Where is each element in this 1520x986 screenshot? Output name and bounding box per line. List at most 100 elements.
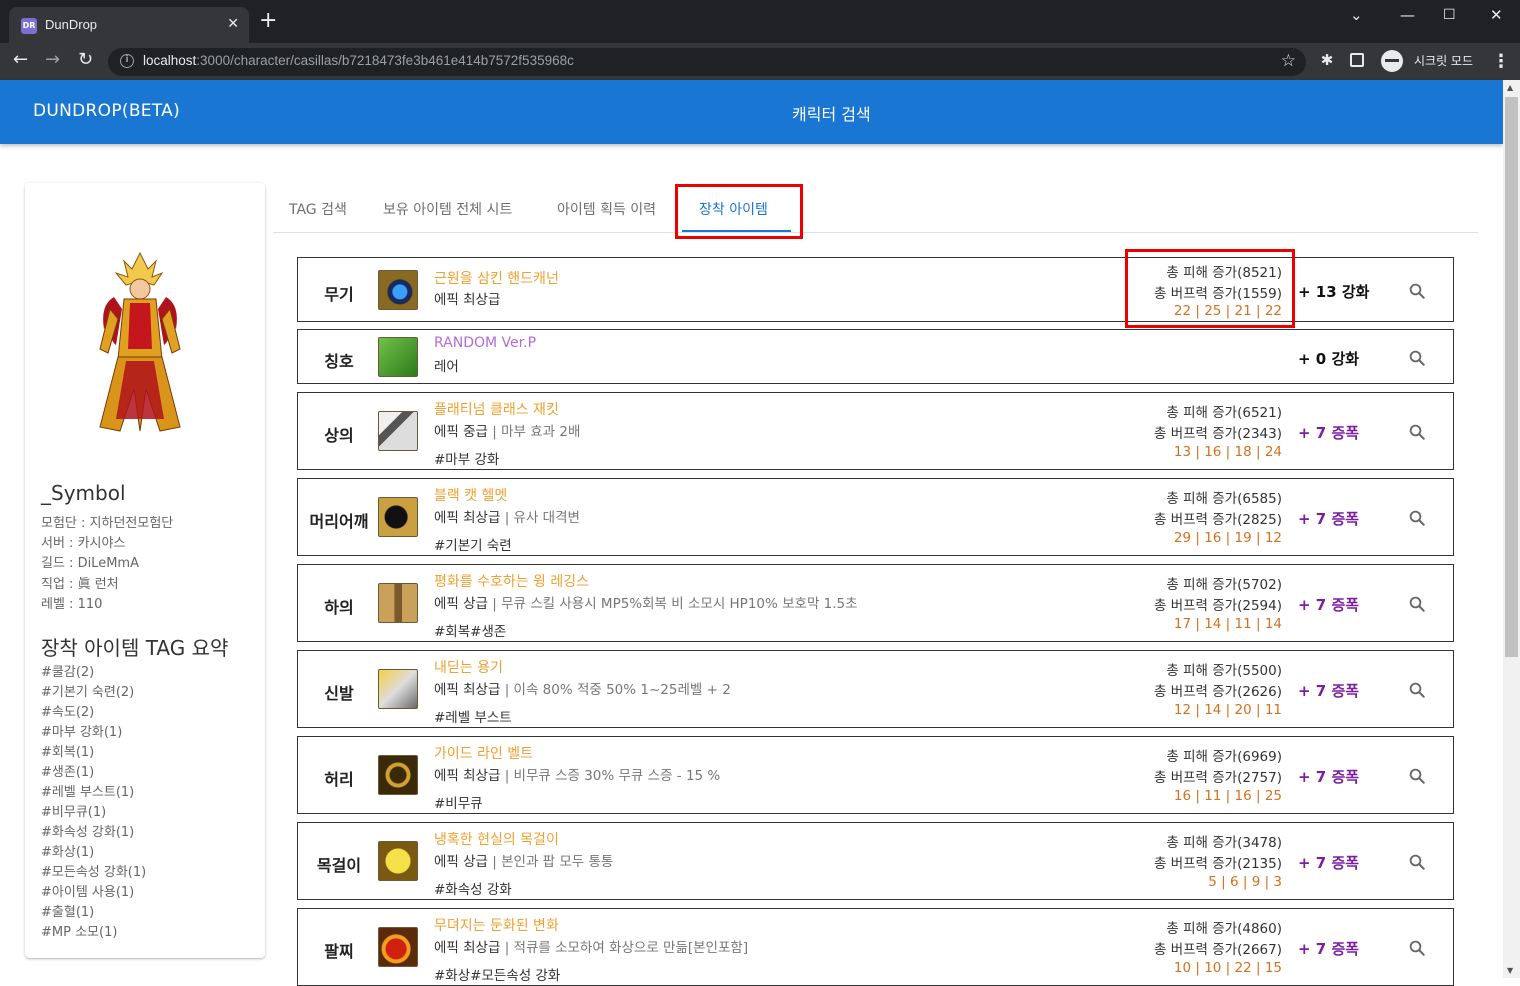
stat-numbers: 12 | 14 | 20 | 11 <box>1173 702 1282 718</box>
slot-label: 신발 <box>324 684 354 703</box>
slot-label: 상의 <box>324 426 354 445</box>
slot-label: 허리 <box>324 770 354 789</box>
info-icon[interactable]: i <box>120 54 134 68</box>
forward-icon[interactable]: → <box>45 49 60 70</box>
item-name[interactable]: 근원을 삼킨 핸드캐넌 <box>434 268 559 288</box>
total-damage-stat: 총 피해 증가(6521) <box>1166 405 1282 421</box>
page-scrollbar[interactable]: ▲ ▼ <box>1503 80 1520 978</box>
enhancement-level: + 7 증폭 <box>1298 682 1360 700</box>
stat-numbers: 10 | 10 | 22 | 15 <box>1173 960 1282 976</box>
leggings-icon[interactable] <box>378 583 418 623</box>
total-damage-stat: 총 피해 증가(4860) <box>1166 921 1282 937</box>
tab-title: DunDrop <box>45 17 98 32</box>
slot-label: 머리어깨 <box>309 512 369 531</box>
enhancement-level: + 7 증폭 <box>1298 940 1360 958</box>
item-grade: 에픽 최상급 | 유사 대격변 <box>434 510 580 526</box>
equipment-row: 허리 가이드 라인 벨트 에픽 최상급 | 비무큐 스증 30% 무큐 스증 - 1… <box>297 736 1454 814</box>
incognito-icon <box>1381 50 1403 72</box>
tag-item: #생존(1) <box>41 765 95 780</box>
belt-icon[interactable] <box>378 755 418 795</box>
close-tab-icon[interactable]: ✕ <box>227 16 239 32</box>
item-name[interactable]: 내딛는 용기 <box>434 657 503 677</box>
browser-tabstrip: DR DunDrop ✕ + ⌄ — ☐ ✕ <box>0 0 1520 43</box>
search-icon[interactable] <box>1408 423 1426 441</box>
browser-menu-icon[interactable]: ⋮ <box>1492 51 1510 72</box>
scroll-down-icon[interactable]: ▼ <box>1507 966 1513 975</box>
slot-label: 칭호 <box>324 351 354 371</box>
tab-acquisition-history[interactable]: 아이템 획득 이력 <box>557 199 656 219</box>
search-icon[interactable] <box>1408 767 1426 785</box>
browser-tab[interactable]: DR DunDrop ✕ <box>9 7 249 43</box>
tag-item: #마부 강화(1) <box>41 725 123 740</box>
search-icon[interactable] <box>1408 681 1426 699</box>
item-tag: #레벨 부스트 <box>434 710 512 726</box>
bookmark-star-icon[interactable]: ☆ <box>1281 51 1296 71</box>
total-buff-stat: 총 버프력 증가(2135) <box>1154 856 1282 872</box>
new-tab-icon[interactable]: + <box>259 10 277 32</box>
search-icon[interactable] <box>1408 853 1426 871</box>
maximize-icon[interactable]: ☐ <box>1443 7 1456 23</box>
item-grade: 에픽 중급 | 마부 효과 2배 <box>434 424 581 440</box>
item-grade: 에픽 최상급 | 적큐를 소모하여 화상으로 만듦[본인포함] <box>434 940 749 956</box>
handcannon-icon[interactable] <box>378 269 418 310</box>
back-icon[interactable]: ← <box>13 49 28 70</box>
jacket-icon[interactable] <box>378 411 418 451</box>
item-name[interactable]: RANDOM Ver.P <box>434 335 536 351</box>
equipment-row: 상의 플래티넘 클래스 재킷에픽 중급 | 마부 효과 2배 #마부 강화 총 피해 … <box>297 392 1454 470</box>
search-icon[interactable] <box>1408 939 1426 957</box>
scroll-up-icon[interactable]: ▲ <box>1507 83 1513 92</box>
tag-item: #레벨 부스트(1) <box>41 785 135 800</box>
total-buff-stat: 총 버프력 증가(2757) <box>1154 770 1282 786</box>
item-name[interactable]: 블랙 캣 헬멧 <box>434 485 507 505</box>
total-buff-stat: 총 버프력 증가(2343) <box>1154 426 1282 442</box>
url-text: localhost:3000/character/casillas/b72184… <box>143 53 574 68</box>
tab-tag-search[interactable]: TAG 검색 <box>289 199 347 219</box>
item-name[interactable]: 가이드 라인 벨트 <box>434 743 533 763</box>
scroll-thumb[interactable] <box>1505 97 1518 657</box>
job: 직업 : 眞 런처 <box>41 576 119 592</box>
item-name[interactable]: 무뎌지는 둔화된 변화 <box>434 915 559 935</box>
reload-icon[interactable]: ↻ <box>78 49 93 70</box>
character-card: _Symbol 모험단 : 지하던전모험단 서버 : 카시야스 길드 : DiL… <box>25 183 265 958</box>
character-search-link[interactable]: 캐릭터 검색 <box>792 101 871 125</box>
total-buff-stat: 총 버프력 증가(2594) <box>1154 598 1282 614</box>
address-bar[interactable]: i localhost:3000/character/casillas/b721… <box>108 48 1306 76</box>
search-icon[interactable] <box>1408 595 1426 613</box>
helmet-icon[interactable] <box>378 497 418 537</box>
equipment-row: 팔찌 무뎌지는 둔화된 변화 에픽 최상급 | 적큐를 소모하여 화상으로 만듦[본… <box>297 908 1454 986</box>
title-icon[interactable] <box>378 336 418 377</box>
guild: 길드 : DiLeMmA <box>41 556 139 572</box>
tab-search-icon[interactable]: ⌄ <box>1350 6 1363 24</box>
highlight-box-stats <box>1125 249 1295 328</box>
extensions-icon[interactable]: ✱ <box>1319 52 1335 68</box>
search-icon[interactable] <box>1408 509 1426 527</box>
stat-numbers: 5 | 6 | 9 | 3 <box>1208 874 1282 890</box>
item-name[interactable]: 플래티넘 클래스 재킷 <box>434 399 559 419</box>
item-name[interactable]: 냉혹한 현실의 목걸이 <box>434 829 559 849</box>
tag-item: #회복(1) <box>41 745 95 760</box>
close-window-icon[interactable]: ✕ <box>1490 6 1503 24</box>
incognito-profile-button[interactable]: 시크릿 모드 <box>1378 47 1484 75</box>
item-tag: #마부 강화 <box>434 452 500 468</box>
tab-all-items-sheet[interactable]: 보유 아이템 전체 시트 <box>383 199 512 219</box>
tag-item: #속도(2) <box>41 705 95 720</box>
search-icon[interactable] <box>1408 282 1426 300</box>
bracelet-icon[interactable] <box>378 927 418 967</box>
slot-label: 하의 <box>324 598 354 617</box>
brand-logo[interactable]: DUNDROP(BETA) <box>33 101 180 121</box>
search-icon[interactable] <box>1408 349 1426 367</box>
necklace-icon[interactable] <box>378 841 418 881</box>
side-panel-icon[interactable] <box>1350 53 1364 67</box>
shoes-icon[interactable] <box>378 669 418 709</box>
enhancement-level: + 0 강화 <box>1298 349 1360 368</box>
equipment-row: 머리어깨 블랙 캣 헬멧 에픽 최상급 | 유사 대격변 #기본기 숙련 총 피해 증가… <box>297 478 1454 556</box>
tag-summary-list: #쿨감(2) #기본기 숙련(2) #속도(2) #마부 강화(1) #회복(1… <box>41 663 146 943</box>
minimize-icon[interactable]: — <box>1400 6 1415 24</box>
item-name[interactable]: 평화를 수호하는 윙 레깅스 <box>434 571 589 591</box>
tag-item: #MP 소모(1) <box>41 925 118 940</box>
server: 서버 : 카시야스 <box>41 536 126 552</box>
item-grade: 에픽 최상급 <box>434 291 501 308</box>
level: 레벨 : 110 <box>41 596 103 612</box>
tag-item: #화상(1) <box>41 845 95 860</box>
item-tag: #회복#생존 <box>434 624 507 640</box>
